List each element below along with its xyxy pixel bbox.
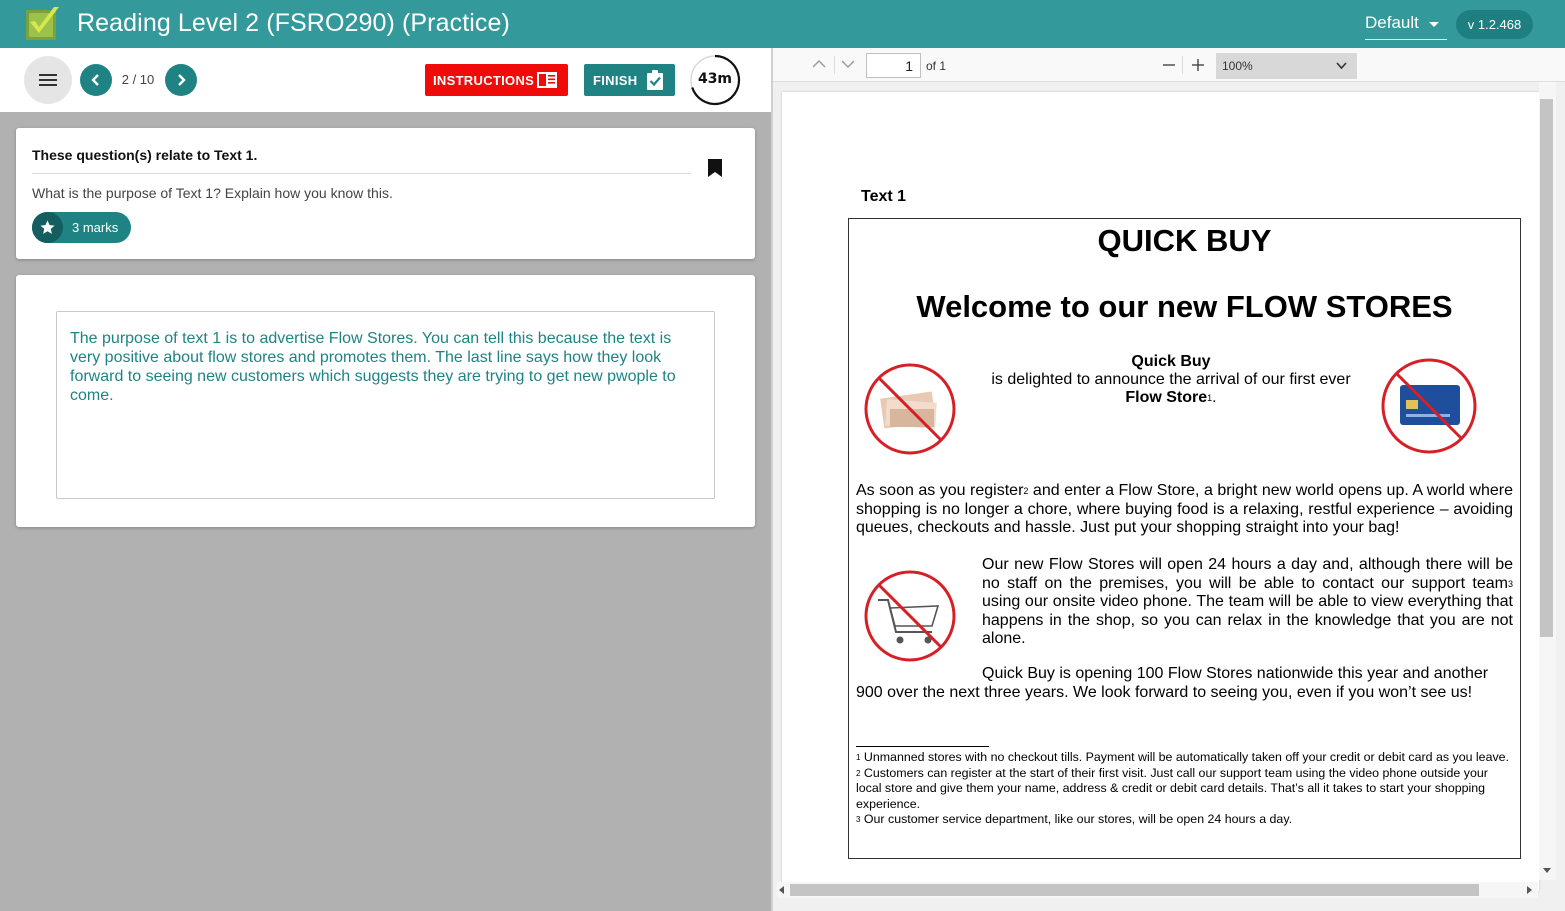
footnote-text: Unmanned stores with no checkout tills. … xyxy=(860,750,1509,764)
hamburger-menu-icon xyxy=(39,74,57,86)
paragraph-3: Quick Buy is opening 100 Flow Stores nat… xyxy=(856,665,1489,701)
question-heading: These question(s) relate to Text 1. xyxy=(32,147,258,163)
chevron-up-icon[interactable] xyxy=(812,58,826,70)
chevron-right-icon xyxy=(178,74,186,86)
pdf-viewer: 1 of 1 100% Text 1 QUICK BUY Welcome to … xyxy=(773,48,1565,911)
countdown-timer: 43m xyxy=(690,54,742,106)
star-icon xyxy=(40,220,55,234)
intro-text: Quick Buy is delighted to announce the a… xyxy=(991,353,1351,406)
footnote-text: Our customer service department, like ou… xyxy=(860,812,1293,826)
intro-brand: Quick Buy xyxy=(1131,353,1211,370)
theme-select-label: Default xyxy=(1365,13,1419,32)
instructions-button[interactable]: INSTRUCTIONS xyxy=(425,64,568,96)
document-icon xyxy=(537,72,557,88)
timer-value: 43m xyxy=(697,71,733,87)
next-question-button[interactable] xyxy=(165,64,197,96)
marks-badge: 3 marks xyxy=(32,212,131,243)
intro-store: Flow Store xyxy=(1125,389,1208,406)
question-divider xyxy=(32,173,691,174)
question-pane: 2 / 10 INSTRUCTIONS FINISH 43m These que… xyxy=(0,48,771,911)
page-number-input[interactable]: 1 xyxy=(866,53,921,78)
vertical-scroll-thumb[interactable] xyxy=(1540,99,1553,637)
footnote-text: Customers can register at the start of t… xyxy=(856,765,1488,811)
footnote-3: 3 Our customer service department, like … xyxy=(856,812,1513,828)
clipboard-check-icon xyxy=(647,70,663,90)
chevron-down-icon[interactable] xyxy=(841,58,855,70)
star-badge xyxy=(32,212,63,243)
toolbar-separator xyxy=(834,56,835,74)
text-label: Text 1 xyxy=(861,188,907,205)
paragraph-2: Our new Flow Stores will open 24 hours a… xyxy=(982,556,1513,649)
zoom-in-icon[interactable] xyxy=(1191,58,1205,72)
pdf-page: Text 1 QUICK BUY Welcome to our new FLOW… xyxy=(782,92,1539,891)
no-cash-icon xyxy=(864,363,956,455)
chevron-left-icon xyxy=(91,74,99,86)
document-frame: QUICK BUY Welcome to our new FLOW STORES… xyxy=(848,218,1521,859)
pdf-toolbar: 1 of 1 100% xyxy=(773,48,1565,82)
scroll-down-arrow-icon[interactable] xyxy=(1543,868,1551,873)
no-card-icon xyxy=(1381,358,1477,454)
page-title: Reading Level 2 (FSRO290) (Practice) xyxy=(77,9,510,37)
question-card: These question(s) relate to Text 1. What… xyxy=(16,128,755,259)
marks-label: 3 marks xyxy=(72,220,119,235)
horizontal-scrollbar[interactable] xyxy=(777,882,1538,898)
footnote-rule xyxy=(856,746,989,747)
answer-textarea[interactable]: The purpose of text 1 is to advertise Fl… xyxy=(56,311,715,499)
footnotes: 1 Unmanned stores with no checkout tills… xyxy=(856,750,1513,828)
paragraph-1-start: As soon as you register xyxy=(856,482,1024,499)
question-toolbar: 2 / 10 INSTRUCTIONS FINISH 43m xyxy=(0,48,771,112)
zoom-value: 100% xyxy=(1222,59,1253,73)
previous-question-button[interactable] xyxy=(80,64,112,96)
horizontal-scroll-thumb[interactable] xyxy=(790,884,1479,896)
zoom-out-icon[interactable] xyxy=(1162,58,1176,72)
paragraph-2-start: Our new Flow Stores will open 24 hours a… xyxy=(982,556,1513,592)
toolbar-separator xyxy=(1182,56,1183,74)
scroll-left-arrow-icon[interactable] xyxy=(779,886,784,894)
theme-select[interactable]: Default xyxy=(1365,10,1447,40)
question-text: What is the purpose of Text 1? Explain h… xyxy=(32,185,393,201)
instructions-label: INSTRUCTIONS xyxy=(433,73,535,88)
page-total: of 1 xyxy=(926,59,947,73)
footnote-ref-1: 1 xyxy=(1207,393,1213,403)
no-trolley-icon xyxy=(864,570,956,662)
document-title: QUICK BUY xyxy=(1097,223,1272,258)
footnote-ref-3: 3 xyxy=(1507,578,1513,589)
document-headline: Welcome to our new FLOW STORES xyxy=(916,289,1453,324)
footnote-1: 1 Unmanned stores with no checkout tills… xyxy=(856,750,1513,766)
chevron-down-icon xyxy=(1336,62,1347,70)
app-header: Reading Level 2 (FSRO290) (Practice) Def… xyxy=(0,0,1565,48)
menu-button[interactable] xyxy=(24,56,72,104)
question-counter: 2 / 10 xyxy=(121,72,155,87)
finish-button[interactable]: FINISH xyxy=(584,64,675,96)
paragraph-1: As soon as you register2 and enter a Flo… xyxy=(856,482,1513,538)
answer-card: The purpose of text 1 is to advertise Fl… xyxy=(16,275,755,527)
vertical-scrollbar[interactable] xyxy=(1539,82,1556,880)
checkmark-logo-icon xyxy=(26,7,59,40)
version-badge: v 1.2.468 xyxy=(1456,10,1533,39)
footnote-2: 2 Customers can register at the start of… xyxy=(856,766,1513,813)
paragraph-2-rest: using our onsite video phone. The team w… xyxy=(982,593,1513,647)
scroll-right-arrow-icon[interactable] xyxy=(1527,886,1532,894)
caret-down-icon xyxy=(1429,22,1439,27)
finish-label: FINISH xyxy=(593,73,638,88)
intro-body: is delighted to announce the arrival of … xyxy=(991,371,1351,388)
zoom-select[interactable]: 100% xyxy=(1216,53,1357,79)
bookmark-icon[interactable] xyxy=(708,159,722,177)
